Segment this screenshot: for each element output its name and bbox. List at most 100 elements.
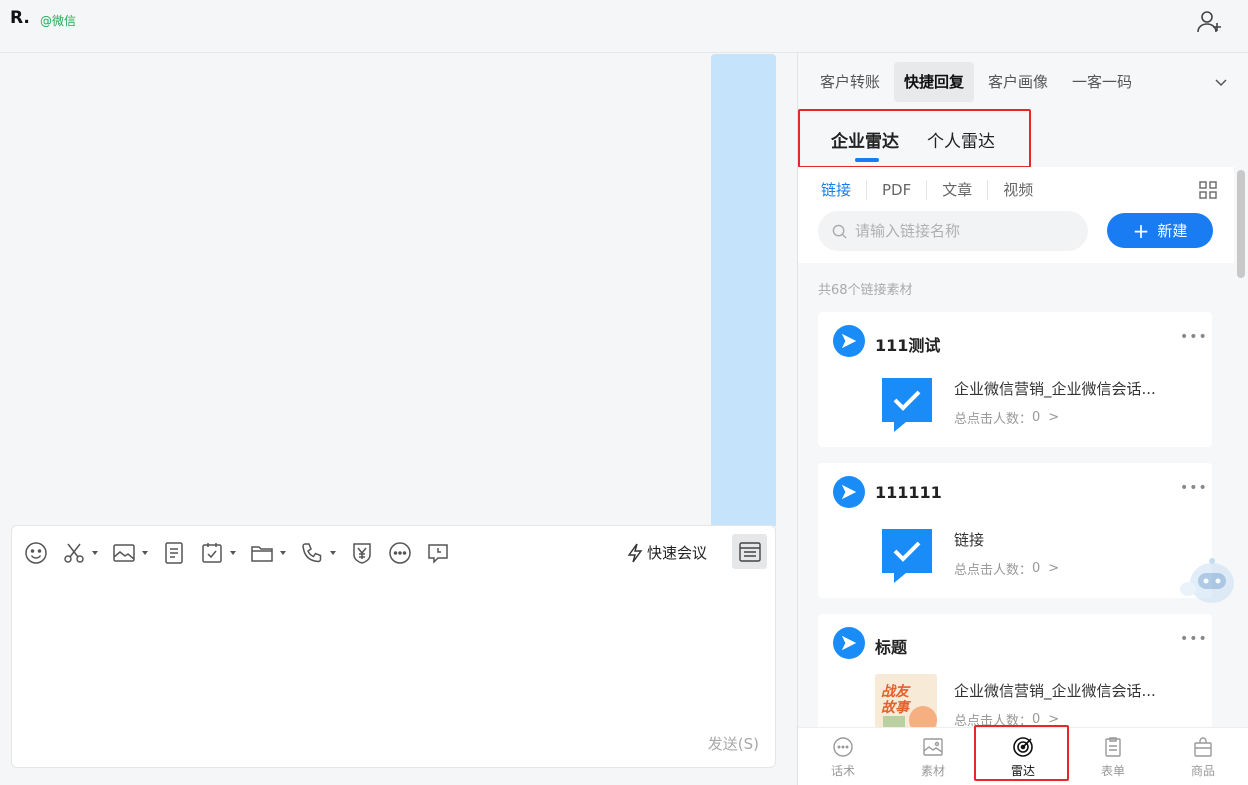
list-item[interactable]: 111111 ••• 链接 总点击人数： 0 > xyxy=(818,463,1212,598)
search-icon xyxy=(832,224,847,239)
item-clicks[interactable]: 总点击人数： 0 > xyxy=(954,559,1059,578)
nav-label: 商品 xyxy=(1190,763,1215,778)
item-description: 企业微信营销_企业微信会话... xyxy=(954,682,1156,700)
more-icon[interactable]: ••• xyxy=(1180,329,1208,345)
item-clicks-value: 0 xyxy=(1032,561,1041,576)
send-icon xyxy=(833,476,865,508)
plus-icon: + xyxy=(1132,218,1150,243)
lightning-icon xyxy=(627,543,643,562)
chevron-down-icon[interactable] xyxy=(330,551,336,555)
scrollbar[interactable] xyxy=(1234,167,1248,727)
filter-panel: 链接 PDF 文章 视频 + 新建 xyxy=(798,167,1234,263)
tab-customer-transfer[interactable]: 客户转账 xyxy=(810,62,890,102)
chevron-down-icon[interactable] xyxy=(92,551,98,555)
list-item[interactable]: 标题 ••• 战友 故事 企业微信营销_企业微信会话... 总点击人数： 0 > xyxy=(818,614,1212,727)
bag-icon xyxy=(1194,736,1212,757)
composer-toolbar xyxy=(24,540,464,566)
folder-icon xyxy=(251,546,273,562)
emoji-icon xyxy=(25,542,47,564)
tab-video[interactable]: 视频 xyxy=(988,180,1048,200)
more-dots-icon xyxy=(389,542,411,564)
document-icon xyxy=(165,542,183,564)
svg-text:故事: 故事 xyxy=(881,699,912,716)
link-check-icon xyxy=(882,378,932,432)
chevron-down-icon[interactable] xyxy=(230,551,236,555)
nav-item-scripts[interactable]: 话术 xyxy=(798,728,888,785)
chat-header: R. @微信 xyxy=(0,0,1248,53)
document-button[interactable] xyxy=(162,540,186,566)
nav-item-materials[interactable]: 素材 xyxy=(888,728,978,785)
quick-meeting-button[interactable]: 快速会议 xyxy=(626,542,707,563)
material-count: 共68个链接素材 xyxy=(818,283,913,298)
thumbnail-text: 战友 xyxy=(881,683,911,700)
tab-pdf[interactable]: PDF xyxy=(867,180,928,200)
item-title: 111111 xyxy=(875,483,942,502)
phone-icon xyxy=(302,543,322,563)
new-button-label: 新建 xyxy=(1157,222,1188,240)
payment-button[interactable] xyxy=(350,540,374,566)
item-clicks[interactable]: 总点击人数： 0 > xyxy=(954,408,1059,427)
send-icon xyxy=(833,627,865,659)
image-icon xyxy=(113,544,135,562)
chat-dots-icon xyxy=(833,736,853,757)
tab-quick-reply[interactable]: 快捷回复 xyxy=(894,62,975,102)
form-icon xyxy=(1105,736,1121,757)
new-button[interactable]: + 新建 xyxy=(1107,213,1213,248)
chevron-down-icon[interactable] xyxy=(142,551,148,555)
highlight-box xyxy=(974,725,1069,781)
chevron-right-icon: > xyxy=(1048,561,1060,576)
item-description: 链接 xyxy=(954,531,985,549)
tab-link[interactable]: 链接 xyxy=(818,180,868,200)
content-type-tabs: 链接 PDF 文章 视频 xyxy=(818,180,1048,200)
tab-one-customer-one-code[interactable]: 一客一码 xyxy=(1062,62,1142,102)
screenshot-button[interactable] xyxy=(62,540,98,566)
ai-assistant-icon[interactable] xyxy=(1178,553,1242,609)
search-input[interactable] xyxy=(855,222,1065,240)
image-icon xyxy=(923,737,943,756)
quick-meeting-label: 快速会议 xyxy=(647,544,708,562)
scrollbar-thumb[interactable] xyxy=(1237,170,1245,278)
timed-message-icon xyxy=(428,544,448,564)
emoji-button[interactable] xyxy=(24,540,48,566)
sidebar-toggle-button[interactable] xyxy=(732,534,767,569)
send-button[interactable]: 发送(S) xyxy=(708,733,759,754)
more-icon[interactable]: ••• xyxy=(1180,480,1208,496)
sidebar-tabs: 客户转账 快捷回复 客户画像 一客一码 xyxy=(810,62,1146,102)
image-button[interactable] xyxy=(112,540,148,566)
nav-label: 话术 xyxy=(830,763,855,778)
panel-icon xyxy=(738,541,761,562)
item-clicks-label: 总点击人数： xyxy=(954,412,1033,427)
message-bubble xyxy=(711,54,776,526)
schedule-message-button[interactable] xyxy=(426,540,450,566)
yuan-shield-icon xyxy=(353,543,371,564)
nav-label: 表单 xyxy=(1100,763,1125,778)
item-clicks-value: 0 xyxy=(1032,410,1041,425)
chevron-right-icon: > xyxy=(1048,410,1060,425)
task-button[interactable] xyxy=(200,540,236,566)
right-sidebar: 客户转账 快捷回复 客户画像 一客一码 企业雷达 个人雷达 链接 PDF 文章 … xyxy=(797,53,1248,785)
chat-source-tag: @微信 xyxy=(40,14,77,28)
more-icon[interactable]: ••• xyxy=(1180,631,1208,647)
chevron-down-icon[interactable] xyxy=(280,551,286,555)
material-list: 111测试 ••• 企业微信营销_企业微信会话... 总点击人数： 0 > 11… xyxy=(798,303,1234,727)
more-button[interactable] xyxy=(388,540,412,566)
link-check-icon xyxy=(882,529,932,583)
list-item[interactable]: 111测试 ••• 企业微信营销_企业微信会话... 总点击人数： 0 > xyxy=(818,312,1212,447)
add-member-icon[interactable] xyxy=(1196,8,1224,36)
call-button[interactable] xyxy=(300,540,336,566)
tab-customer-profile[interactable]: 客户画像 xyxy=(978,62,1058,102)
article-thumbnail: 战友 故事 xyxy=(875,674,937,727)
item-description: 企业微信营销_企业微信会话... xyxy=(954,380,1156,398)
item-title: 标题 xyxy=(875,638,908,657)
chevron-down-icon[interactable] xyxy=(1214,75,1228,89)
item-title: 111测试 xyxy=(875,336,941,355)
nav-label: 素材 xyxy=(920,763,945,778)
tab-article[interactable]: 文章 xyxy=(927,180,989,200)
folder-button[interactable] xyxy=(250,540,286,566)
chat-name: R. xyxy=(10,8,30,28)
nav-item-forms[interactable]: 表单 xyxy=(1068,728,1158,785)
search-box xyxy=(818,211,1088,251)
grid-view-icon[interactable] xyxy=(1199,181,1217,199)
calendar-check-icon xyxy=(202,543,222,563)
nav-item-products[interactable]: 商品 xyxy=(1158,728,1248,785)
